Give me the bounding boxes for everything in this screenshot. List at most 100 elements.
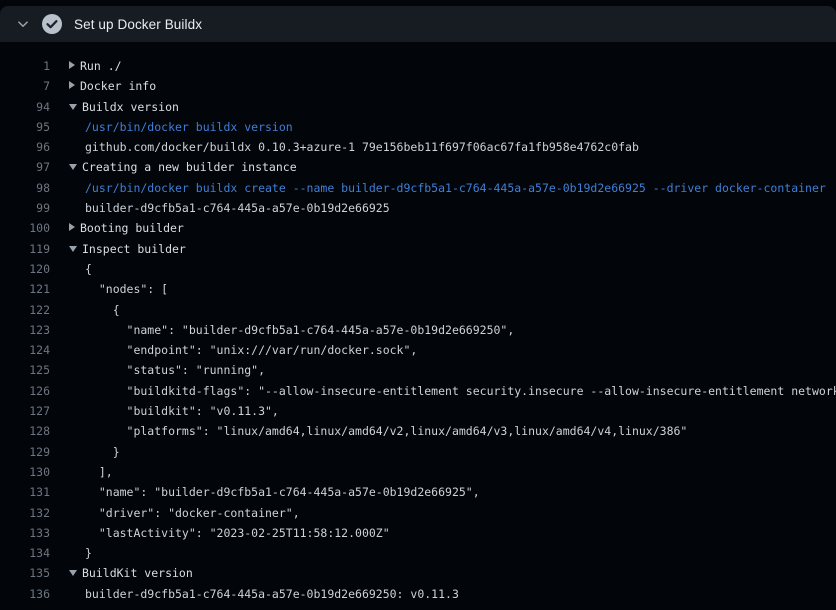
log-line: 126 "buildkitd-flags": "--allow-insecure… <box>0 381 836 401</box>
log-text: ], <box>85 465 113 479</box>
line-number-link[interactable]: 131 <box>0 482 50 502</box>
log-group-toggle[interactable]: BuildKit version <box>66 563 836 583</box>
log-content: "endpoint": "unix:///var/run/docker.sock… <box>66 340 836 360</box>
step-header[interactable]: Set up Docker Buildx <box>0 6 836 42</box>
log-group-toggle[interactable]: Docker info <box>66 76 836 96</box>
log-text: { <box>85 303 120 317</box>
log-group-toggle[interactable]: Run ./ <box>66 56 836 76</box>
log-line: 123 "name": "builder-d9cfb5a1-c764-445a-… <box>0 320 836 340</box>
log-text: Booting builder <box>80 221 184 235</box>
log-line: 98/usr/bin/docker buildx create --name b… <box>0 178 836 198</box>
triangle-right-icon[interactable] <box>69 61 75 69</box>
log-line: 131 "name": "builder-d9cfb5a1-c764-445a-… <box>0 482 836 502</box>
log-line: 127 "buildkit": "v0.11.3", <box>0 401 836 421</box>
log-text: /usr/bin/docker buildx version <box>85 120 293 134</box>
chevron-down-icon[interactable] <box>16 17 30 31</box>
log-line: 94 Buildx version <box>0 97 836 117</box>
line-number-link[interactable]: 123 <box>0 320 50 340</box>
line-number-link[interactable]: 135 <box>0 563 50 583</box>
log-line: 121 "nodes": [ <box>0 279 836 299</box>
log-content: builder-d9cfb5a1-c764-445a-a57e-0b19d2e6… <box>66 198 836 218</box>
log-content: /usr/bin/docker buildx create --name bui… <box>66 178 836 198</box>
log-text: BuildKit version <box>82 566 193 580</box>
log-content: /usr/bin/docker buildx version <box>66 117 836 137</box>
log-text: builder-d9cfb5a1-c764-445a-a57e-0b19d2e6… <box>85 587 459 601</box>
triangle-down-icon[interactable] <box>69 246 77 252</box>
log-text: { <box>85 262 92 276</box>
line-number-link[interactable]: 132 <box>0 503 50 523</box>
line-number-link[interactable]: 125 <box>0 360 50 380</box>
line-number-link[interactable]: 119 <box>0 239 50 259</box>
triangle-down-icon[interactable] <box>69 104 77 110</box>
log-content: } <box>66 543 836 563</box>
log-content: builder-d9cfb5a1-c764-445a-a57e-0b19d2e6… <box>66 584 836 604</box>
log-text: } <box>85 546 92 560</box>
line-number-link[interactable]: 136 <box>0 584 50 604</box>
log-content: "buildkit": "v0.11.3", <box>66 401 836 421</box>
line-number-link[interactable]: 100 <box>0 218 50 238</box>
log-line: 136 builder-d9cfb5a1-c764-445a-a57e-0b19d… <box>0 584 836 604</box>
log-content: "name": "builder-d9cfb5a1-c764-445a-a57e… <box>66 482 836 502</box>
log-text: "buildkitd-flags": "--allow-insecure-ent… <box>85 384 836 398</box>
triangle-down-icon[interactable] <box>69 164 77 170</box>
log-content: "platforms": "linux/amd64,linux/amd64/v2… <box>66 421 836 441</box>
log-text: /usr/bin/docker buildx create --name bui… <box>85 181 826 195</box>
log-group-toggle[interactable]: Buildx version <box>66 97 836 117</box>
line-number-link[interactable]: 94 <box>0 97 50 117</box>
line-number-link[interactable]: 128 <box>0 421 50 441</box>
triangle-right-icon[interactable] <box>69 223 75 231</box>
log-content: { <box>66 300 836 320</box>
log-text: "driver": "docker-container", <box>85 506 300 520</box>
step-title: Set up Docker Buildx <box>74 17 202 32</box>
line-number-link[interactable]: 7 <box>0 76 50 96</box>
log-content: "nodes": [ <box>66 279 836 299</box>
line-number-link[interactable]: 96 <box>0 137 50 157</box>
log-content: github.com/docker/buildx 0.10.3+azure-1 … <box>66 137 836 157</box>
line-number-link[interactable]: 126 <box>0 381 50 401</box>
line-number-link[interactable]: 98 <box>0 178 50 198</box>
log-line: 125 "status": "running", <box>0 360 836 380</box>
log-line: 99 builder-d9cfb5a1-c764-445a-a57e-0b19d2… <box>0 198 836 218</box>
line-number-link[interactable]: 134 <box>0 543 50 563</box>
line-number-link[interactable]: 124 <box>0 340 50 360</box>
line-number-link[interactable]: 127 <box>0 401 50 421</box>
log-text: "name": "builder-d9cfb5a1-c764-445a-a57e… <box>85 323 514 337</box>
line-number-link[interactable]: 120 <box>0 259 50 279</box>
log-content: { <box>66 259 836 279</box>
triangle-down-icon[interactable] <box>69 570 77 576</box>
log-text: github.com/docker/buildx 0.10.3+azure-1 … <box>85 140 639 154</box>
triangle-right-icon[interactable] <box>69 81 75 89</box>
line-number-link[interactable]: 121 <box>0 279 50 299</box>
log-line: 135 BuildKit version <box>0 563 836 583</box>
line-number-link[interactable]: 130 <box>0 462 50 482</box>
log-line: 130 ], <box>0 462 836 482</box>
log-line: 1 Run ./ <box>0 56 836 76</box>
log-text: "platforms": "linux/amd64,linux/amd64/v2… <box>85 424 687 438</box>
log-content: "driver": "docker-container", <box>66 503 836 523</box>
log-content: } <box>66 442 836 462</box>
status-check-circle-icon <box>42 14 62 34</box>
log-group-toggle[interactable]: Booting builder <box>66 218 836 238</box>
line-number-link[interactable]: 97 <box>0 157 50 177</box>
log-content: "name": "builder-d9cfb5a1-c764-445a-a57e… <box>66 320 836 340</box>
line-number-link[interactable]: 129 <box>0 442 50 462</box>
log-line: 100 Booting builder <box>0 218 836 238</box>
log-line: 120 { <box>0 259 836 279</box>
log-line: 124 "endpoint": "unix:///var/run/docker.… <box>0 340 836 360</box>
line-number-link[interactable]: 122 <box>0 300 50 320</box>
line-number-link[interactable]: 1 <box>0 56 50 76</box>
log-line: 95/usr/bin/docker buildx version <box>0 117 836 137</box>
log-text: Buildx version <box>82 100 179 114</box>
log-text: "lastActivity": "2023-02-25T11:58:12.000… <box>85 526 390 540</box>
log-text: } <box>85 445 120 459</box>
line-number-link[interactable]: 95 <box>0 117 50 137</box>
line-number-link[interactable]: 99 <box>0 198 50 218</box>
log-group-toggle[interactable]: Creating a new builder instance <box>66 157 836 177</box>
log-text: builder-d9cfb5a1-c764-445a-a57e-0b19d2e6… <box>85 201 390 215</box>
line-number-link[interactable]: 133 <box>0 523 50 543</box>
log-line: 132 "driver": "docker-container", <box>0 503 836 523</box>
log-text: "nodes": [ <box>85 282 168 296</box>
log-text: "buildkit": "v0.11.3", <box>85 404 279 418</box>
log-group-toggle[interactable]: Inspect builder <box>66 239 836 259</box>
log-text: Run ./ <box>80 59 122 73</box>
